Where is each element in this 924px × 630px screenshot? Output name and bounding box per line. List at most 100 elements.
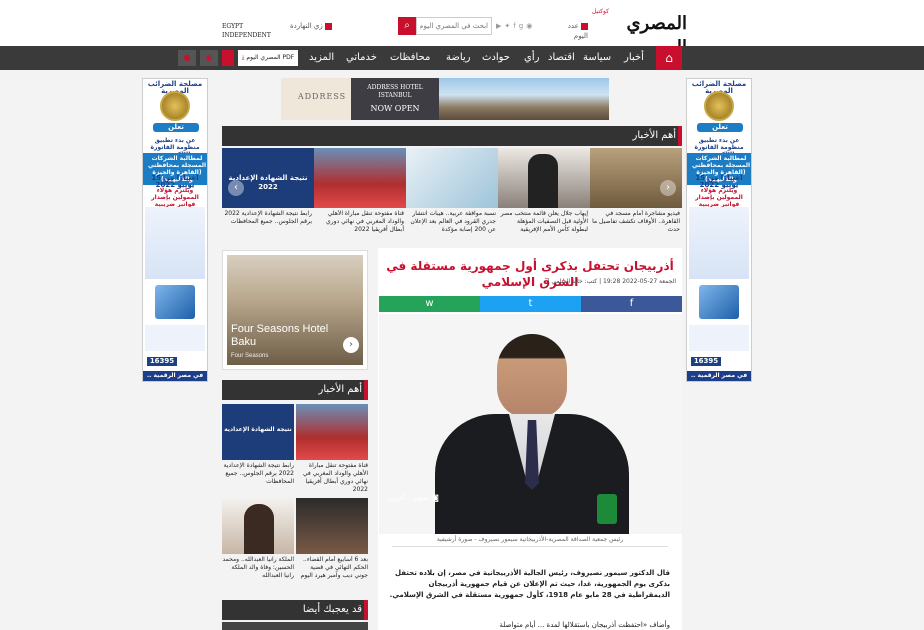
hotel-ad-next-button[interactable]: › xyxy=(343,337,359,353)
instagram-icon: ◉ xyxy=(205,53,213,62)
nav-item-accidents[interactable]: حوادث xyxy=(482,50,510,66)
nav-item-sports[interactable]: رياضة xyxy=(446,50,471,66)
ad-headline: ADDRESS HOTEL ISTANBUL xyxy=(367,84,423,99)
camera-icon: ◙ xyxy=(432,494,439,502)
side-ad-left[interactable]: مصلحة الضرائب المصرية تعلن عن بدء تطبيق … xyxy=(142,78,208,382)
share-whatsapp-button[interactable]: w xyxy=(379,296,480,312)
nav-youtube-button[interactable] xyxy=(222,50,234,66)
top-header: المصري اليوم كوكتيل عدد اليوم ▶✦fg◉ ⌕ زي… xyxy=(0,0,924,58)
news-thumb[interactable]: نتيجة الشهادة الإعدادية xyxy=(222,404,294,460)
twitter-icon[interactable]: ✦ xyxy=(504,22,513,30)
computer-icon xyxy=(699,285,739,319)
social-icons: ▶✦fg◉ xyxy=(496,22,552,31)
article-body-2: وأضاف «احتفظت أذربيجان باستقلالها لمدة .… xyxy=(499,621,670,629)
side-ad-phone: 16395 xyxy=(691,357,721,366)
side-ad-footer: في مصر الرقمية .. فواتيرنا الكترونية xyxy=(143,371,207,381)
news-section-header: أهم الأخبار xyxy=(222,380,368,400)
you-may-like-title: قد يعجبك أيضا xyxy=(302,604,362,615)
slider-prev-button[interactable]: ‹ xyxy=(228,180,244,196)
tax-seal-icon xyxy=(160,91,190,121)
news-caption[interactable]: قناة مفتوحة تنقل مباراة الأهلي والوداد ا… xyxy=(296,462,368,494)
lapel-pin-icon xyxy=(597,494,617,524)
photo-credit-label: تصوير : آخرون xyxy=(387,494,430,502)
photo-caption: رئيس جمعية الصداقة المصرية-الأذربيجانية … xyxy=(436,536,624,543)
search-box: ⌕ xyxy=(398,17,492,35)
visit-label: زي النهاردة xyxy=(289,22,323,30)
news-thumb[interactable] xyxy=(406,148,498,208)
newspaper-icon xyxy=(581,22,588,30)
nav-item-economy[interactable]: اقتصاد xyxy=(548,50,575,66)
side-ad-contact xyxy=(145,325,205,351)
news-thumb[interactable] xyxy=(222,498,294,554)
computer-icon xyxy=(155,285,195,319)
news-thumb[interactable]: نتيجة الشهادة الإعدادية 2022 xyxy=(222,148,314,208)
news-caption[interactable]: نسبة موافقة عربية.. هيبات انتشار جدري ال… xyxy=(408,210,496,236)
news-section-title: أهم الأخبار xyxy=(318,384,362,395)
nav-item-politics[interactable]: سياسة xyxy=(583,50,611,66)
pdf-icon: ⤓ xyxy=(241,54,245,61)
nav-item-services[interactable]: خدماتي xyxy=(346,50,377,66)
news-thumb[interactable] xyxy=(296,404,368,460)
news-caption[interactable]: رابط نتيجة الشهادة الإعدادية 2022 برقم ا… xyxy=(224,210,312,236)
news-caption[interactable]: إيهاب جلال يعلن قائمة منتخب مصر الأولية … xyxy=(500,210,588,236)
photo-credit: ◙ تصوير : آخرون xyxy=(387,492,457,504)
ad-cta: NOW OPEN xyxy=(370,104,420,113)
ad-brand: ADDRESS xyxy=(297,92,347,101)
calendar-icon xyxy=(325,22,332,30)
pdf-button[interactable]: ⤓ المصري اليوم PDF xyxy=(238,50,298,66)
news-caption[interactable]: قناة مفتوحة تنقل مباراة الأهلي والوداد ا… xyxy=(316,210,404,236)
result-overlay: نتيجة الشهادة الإعدادية xyxy=(224,426,292,433)
search-input[interactable] xyxy=(416,17,492,35)
caption-divider xyxy=(392,546,668,547)
news-caption[interactable]: فيديو مشاجرة أمام مسجد في القاهرة.. الأو… xyxy=(592,210,680,236)
ad-headline-panel: ADDRESS HOTEL ISTANBUL NOW OPEN xyxy=(351,78,439,120)
nav-dark-button[interactable]: ● xyxy=(178,50,196,66)
top-news-slider: نتيجة الشهادة الإعدادية 2022 ‹ › فيديو م… xyxy=(222,148,682,240)
home-button[interactable]: ⌂ xyxy=(656,46,682,70)
nav-item-more[interactable]: المزيد xyxy=(309,50,334,66)
whatsapp-icon: w xyxy=(425,298,434,309)
site-logo[interactable]: المصري اليوم كوكتيل xyxy=(592,8,687,58)
chevron-right-icon: › xyxy=(666,182,670,193)
news-thumb[interactable] xyxy=(296,498,368,554)
ad-city-photo xyxy=(439,78,609,120)
nav-instagram-button[interactable]: ◉ xyxy=(200,50,218,66)
share-facebook-button[interactable]: f xyxy=(581,296,682,312)
top-news-header: أهم الأخبار xyxy=(222,126,682,146)
search-button[interactable]: ⌕ xyxy=(398,17,416,35)
four-seasons-ad[interactable]: Four Seasons Hotel Baku Four Seasons › xyxy=(222,250,368,370)
facebook-icon: f xyxy=(629,298,634,309)
rss-icon[interactable]: ◉ xyxy=(526,22,535,30)
hotel-ad-title: Four Seasons Hotel Baku xyxy=(231,323,329,348)
news-caption[interactable]: بعد 6 أسابيع أمام القضاء.. الحكم النهائي… xyxy=(296,556,368,594)
egypt-independent-link[interactable]: EGYPT INDEPENDENT xyxy=(222,22,282,39)
person-head xyxy=(497,334,567,418)
you-may-like-header: قد يعجبك أيضا xyxy=(222,600,368,620)
egypt-independent-label: EGYPT INDEPENDENT xyxy=(222,23,271,39)
hotel-banner-ad[interactable]: ADDRESS ADDRESS HOTEL ISTANBUL NOW OPEN xyxy=(281,78,609,120)
news-thumb[interactable] xyxy=(314,148,406,208)
nav-item-governorates[interactable]: محافظات xyxy=(390,50,430,66)
side-ad-right[interactable]: مصلحة الضرائب المصرية تعلن عن بدء تطبيق … xyxy=(686,78,752,382)
share-twitter-button[interactable]: t xyxy=(480,296,581,312)
news-caption[interactable]: رابط نتيجة الشهادة الإعدادية 2022 برقم ا… xyxy=(222,462,294,494)
top-news-title: أهم الأخبار xyxy=(632,130,676,141)
news-thumb[interactable] xyxy=(590,148,682,208)
article-photo[interactable]: ◙ تصوير : آخرون xyxy=(379,314,682,534)
article-meta: الجمعة 27-05-2022 19:28 | كتب: خالد الشا… xyxy=(547,278,676,285)
nav-item-opinion[interactable]: رأي xyxy=(524,50,539,66)
news-thumb[interactable] xyxy=(498,148,590,208)
chevron-right-icon: › xyxy=(349,339,353,350)
news-caption[interactable]: الملكة رانيا العبدالله.. ومحمد الحسين: و… xyxy=(222,556,294,594)
today-issue-link[interactable]: عدد اليوم xyxy=(554,21,588,40)
slider-next-button[interactable]: › xyxy=(660,180,676,196)
visit-link[interactable]: زي النهاردة xyxy=(288,21,332,31)
nav-item-news[interactable]: أخبار xyxy=(624,50,644,66)
pdf-label: المصري اليوم PDF xyxy=(246,54,295,61)
tax-seal-icon xyxy=(704,91,734,121)
you-may-like-strip xyxy=(222,622,368,630)
chevron-left-icon: ‹ xyxy=(234,182,238,193)
article-body-1: قال الدكتور سيمور نصيروف، رئيس الجالية ا… xyxy=(389,569,670,599)
side-ad-phone: 16395 xyxy=(147,357,177,366)
address-logo: ADDRESS xyxy=(295,92,349,110)
